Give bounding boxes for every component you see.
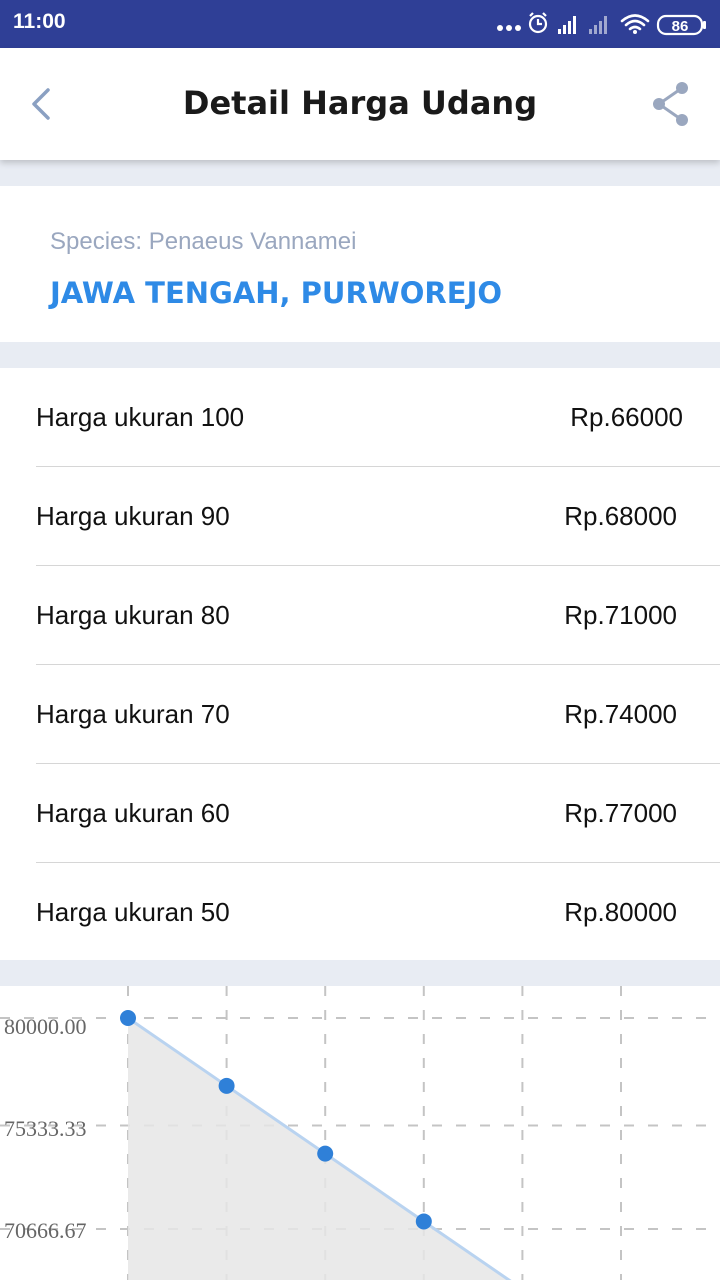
price-label: Harga ukuran 100 (36, 402, 245, 432)
price-row: Harga ukuran 60 Rp.77000 (36, 764, 720, 863)
price-value: Rp.74000 (564, 699, 677, 729)
page-title: Detail Harga Udang (182, 84, 538, 122)
share-icon (653, 82, 688, 126)
price-row: Harga ukuran 100 Rp.66000 (36, 368, 720, 467)
status-icons: 86 (497, 12, 706, 36)
price-row: Harga ukuran 70 Rp.74000 (36, 665, 720, 764)
price-value: Rp.68000 (564, 501, 677, 531)
data-point (218, 1077, 235, 1094)
status-time: 11:00 (13, 10, 66, 33)
y-tick-label: 70666.67 (4, 1218, 87, 1243)
price-row: Harga ukuran 90 Rp.68000 (36, 467, 720, 566)
y-tick-label: 75333.33 (4, 1116, 87, 1141)
alarm-icon (528, 12, 548, 34)
share-button[interactable] (650, 80, 694, 128)
app-bar: Detail Harga Udang (0, 48, 720, 160)
price-label: Harga ukuran 50 (36, 897, 230, 927)
wifi-icon (620, 14, 650, 34)
info-card: Species: Penaeus Vannamei JAWA TENGAH, P… (0, 186, 720, 342)
price-label: Harga ukuran 60 (36, 798, 230, 828)
price-label: Harga ukuran 70 (36, 699, 230, 729)
data-point (317, 1145, 334, 1162)
data-point (120, 1010, 136, 1026)
battery-icon: 86 (656, 14, 706, 36)
price-row: Harga ukuran 80 Rp.71000 (36, 566, 720, 665)
status-bar: 11:00 86 (0, 0, 720, 48)
chart-y-labels: 80000.00 75333.33 70666.67 (4, 1014, 87, 1243)
battery-level: 86 (672, 18, 689, 35)
signal-off-icon (589, 16, 607, 34)
price-value: Rp.80000 (564, 897, 677, 927)
species-label: Species: Penaeus Vannamei (50, 228, 357, 255)
price-label: Harga ukuran 90 (36, 501, 230, 531)
price-label: Harga ukuran 80 (36, 600, 230, 630)
signal-icon (558, 16, 576, 34)
chart-area (128, 1018, 621, 1280)
price-value: Rp.66000 (570, 402, 683, 432)
price-value: Rp.77000 (564, 798, 677, 828)
price-value: Rp.71000 (564, 600, 677, 630)
location-label: JAWA TENGAH, PURWOREJO (50, 276, 503, 310)
chart-area-fill (128, 1018, 621, 1280)
price-chart: 80000.00 75333.33 70666.67 (0, 986, 720, 1280)
chart-svg: 80000.00 75333.33 70666.67 (0, 986, 720, 1280)
data-point (415, 1213, 432, 1230)
y-tick-label: 80000.00 (4, 1014, 87, 1039)
price-row: Harga ukuran 50 Rp.80000 (36, 863, 720, 961)
price-list: Harga ukuran 100 Rp.66000 Harga ukuran 9… (0, 368, 720, 960)
more-dots-icon (497, 25, 521, 31)
